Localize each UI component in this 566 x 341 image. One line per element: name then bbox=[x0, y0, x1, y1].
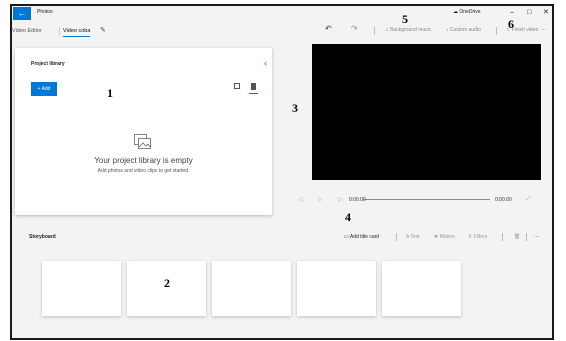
storyboard-title: Storyboard bbox=[29, 234, 56, 240]
motion-label: Motion bbox=[439, 234, 455, 240]
delete-icon[interactable]: 🗑 bbox=[514, 234, 520, 240]
rewind-icon[interactable]: ◁ bbox=[298, 196, 303, 203]
empty-library-title: Your project library is empty bbox=[94, 156, 193, 165]
total-time: 0:00.00 bbox=[495, 197, 512, 203]
add-button[interactable]: + Add bbox=[31, 82, 57, 96]
list-view-icon[interactable] bbox=[251, 83, 256, 90]
storyboard-slot[interactable] bbox=[42, 261, 121, 316]
seek-slider[interactable] bbox=[363, 199, 490, 200]
custom-audio-icon: ♪ bbox=[446, 27, 449, 33]
empty-library-subtitle: Add photos and video clips to get starte… bbox=[97, 168, 190, 174]
filters-button[interactable]: ⚱ Filters bbox=[468, 234, 487, 240]
forward-icon[interactable]: ▷ bbox=[338, 196, 343, 203]
playback-controls: ◁ ▷ ▷ 0:00.00 0:00.00 ⤢ bbox=[298, 196, 548, 206]
more-options-icon[interactable]: ··· bbox=[541, 27, 546, 33]
custom-audio-label: Custom audio bbox=[449, 27, 481, 33]
breadcrumb-divider bbox=[59, 27, 60, 35]
callout-5: 5 bbox=[402, 12, 408, 26]
undo-icon[interactable]: ↶ bbox=[325, 24, 332, 33]
active-view-indicator bbox=[249, 93, 258, 94]
callout-2: 2 bbox=[164, 276, 170, 290]
filters-icon: ⚱ bbox=[468, 234, 473, 240]
rename-pencil-icon[interactable]: ✎ bbox=[100, 26, 106, 34]
fullscreen-expand-icon[interactable]: ⤢ bbox=[526, 196, 531, 203]
project-library-title: Project library bbox=[31, 61, 65, 67]
background-music-button[interactable]: ♫ Background music bbox=[385, 27, 431, 33]
back-button[interactable]: ← bbox=[13, 7, 31, 20]
photo-placeholder-icon bbox=[134, 134, 151, 149]
callout-3: 3 bbox=[292, 101, 298, 115]
close-button[interactable]: ✕ bbox=[543, 8, 549, 18]
custom-audio-button[interactable]: ♪ Custom audio bbox=[446, 27, 481, 33]
onedrive-label: OneDrive bbox=[459, 9, 481, 15]
title-bar: ← Photos ☁ OneDrive – □ ✕ bbox=[12, 6, 552, 22]
callout-1: 1 bbox=[107, 86, 113, 100]
onedrive-status[interactable]: ☁ OneDrive bbox=[453, 9, 481, 15]
play-icon[interactable]: ▷ bbox=[318, 196, 323, 203]
callout-6: 6 bbox=[508, 17, 514, 31]
filters-label: Filters bbox=[473, 234, 488, 240]
breadcrumb: Video Editor Video coba ✎ bbox=[12, 24, 212, 38]
grid-view-icon[interactable] bbox=[234, 83, 240, 89]
storyboard-more-icon[interactable]: ··· bbox=[534, 234, 539, 240]
toolbar-divider bbox=[374, 27, 375, 35]
breadcrumb-video-editor[interactable]: Video Editor bbox=[12, 28, 42, 34]
text-label: Text bbox=[410, 234, 420, 240]
storyboard-toolbar-divider bbox=[396, 233, 397, 241]
breadcrumb-project-name[interactable]: Video coba bbox=[63, 28, 91, 37]
app-title: Photos bbox=[37, 9, 53, 15]
add-title-card-button[interactable]: ▭ Add title card bbox=[344, 234, 379, 240]
storyboard-toolbar-divider bbox=[502, 233, 503, 241]
current-time: 0:00.00 bbox=[349, 197, 366, 203]
redo-icon[interactable]: ↷ bbox=[351, 24, 358, 33]
storyboard-slot[interactable] bbox=[297, 261, 376, 316]
add-title-card-label: Add title card bbox=[349, 234, 380, 240]
text-button[interactable]: A Text bbox=[406, 234, 420, 240]
storyboard-slot[interactable] bbox=[212, 261, 291, 316]
callout-4: 4 bbox=[345, 210, 351, 224]
app-window: ← Photos ☁ OneDrive – □ ✕ Video Editor V… bbox=[10, 4, 554, 340]
project-library-panel: Project library ‹ + Add Your project lib… bbox=[15, 48, 272, 215]
maximize-button[interactable]: □ bbox=[527, 8, 531, 18]
finish-video-label: Finish video bbox=[511, 27, 539, 33]
cloud-icon: ☁ bbox=[453, 9, 458, 15]
text-icon: A bbox=[406, 234, 410, 240]
background-music-label: Background music bbox=[390, 27, 432, 33]
collapse-chevron-icon[interactable]: ‹ bbox=[264, 58, 267, 68]
title-card-icon: ▭ bbox=[344, 234, 349, 240]
storyboard-toolbar-divider bbox=[526, 233, 527, 241]
motion-button[interactable]: ✥ Motion bbox=[434, 234, 455, 240]
music-note-icon: ♫ bbox=[385, 27, 389, 33]
storyboard-slot[interactable] bbox=[382, 261, 461, 316]
motion-icon: ✥ bbox=[434, 234, 439, 240]
toolbar-divider bbox=[496, 27, 497, 35]
video-preview[interactable] bbox=[312, 44, 541, 180]
